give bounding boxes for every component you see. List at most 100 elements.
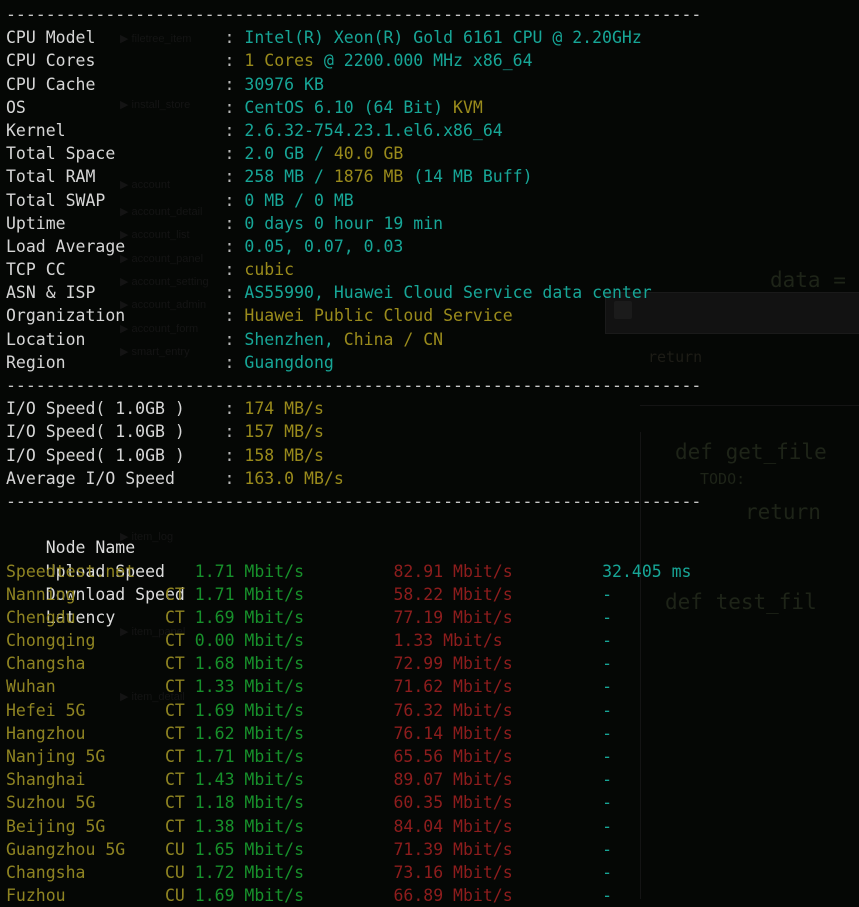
- info-value: 0.05, 0.07, 0.03: [244, 237, 403, 256]
- io-speed-row: I/O Speed( 1.0GB ) : 158 MB/s: [6, 444, 859, 467]
- info-colon: :: [225, 28, 245, 47]
- isp-label: CT: [165, 817, 195, 836]
- upload-speed: 1.68 Mbit/s: [195, 654, 394, 673]
- io-colon: :: [225, 399, 245, 418]
- isp-label: CU: [165, 863, 195, 882]
- latency-value: -: [602, 724, 612, 743]
- speedtest-row: Beijing 5G CT 1.38 Mbit/s 84.04 Mbit/s -: [6, 815, 859, 838]
- isp-label: CU: [165, 840, 195, 859]
- system-info-block: CPU Model : Intel(R) Xeon(R) Gold 6161 C…: [6, 26, 859, 374]
- info-value-highlight: China / CN: [344, 330, 443, 349]
- column-header-node-name: Node Name: [46, 538, 235, 557]
- system-info-row: CPU Model : Intel(R) Xeon(R) Gold 6161 C…: [6, 26, 859, 49]
- io-colon: :: [225, 446, 245, 465]
- info-colon: :: [225, 51, 245, 70]
- node-name: Nanjing 5G: [6, 747, 165, 766]
- download-speed: 58.22 Mbit/s: [393, 585, 602, 604]
- info-value: 258 MB /: [244, 167, 333, 186]
- info-label: ASN & ISP: [6, 283, 225, 302]
- speedtest-row: Changsha CU 1.72 Mbit/s 73.16 Mbit/s -: [6, 861, 859, 884]
- info-value: CentOS 6.10 (64 Bit): [244, 98, 453, 117]
- speedtest-row: Chengdu CT 1.69 Mbit/s 77.19 Mbit/s -: [6, 606, 859, 629]
- speedtest-row: Chongqing CT 0.00 Mbit/s 1.33 Mbit/s -: [6, 629, 859, 652]
- info-label: CPU Cache: [6, 75, 225, 94]
- node-name: Hangzhou: [6, 724, 165, 743]
- system-info-row: Organization : Huawei Public Cloud Servi…: [6, 304, 859, 327]
- download-speed: 65.56 Mbit/s: [393, 747, 602, 766]
- info-label: TCP CC: [6, 260, 225, 279]
- download-speed: 89.07 Mbit/s: [393, 770, 602, 789]
- node-name: Changsha: [6, 863, 165, 882]
- info-value: Shenzhen,: [244, 330, 343, 349]
- system-info-row: CPU Cache : 30976 KB: [6, 73, 859, 96]
- system-info-row: Region : Guangdong: [6, 351, 859, 374]
- info-value-highlight: 1876 MB: [334, 167, 404, 186]
- download-speed: 84.04 Mbit/s: [393, 817, 602, 836]
- system-info-row: Location : Shenzhen, China / CN: [6, 328, 859, 351]
- info-label: OS: [6, 98, 225, 117]
- system-info-row: ASN & ISP : AS55990, Huawei Cloud Servic…: [6, 281, 859, 304]
- upload-speed: 1.69 Mbit/s: [195, 608, 394, 627]
- io-label: I/O Speed( 1.0GB ): [6, 422, 225, 441]
- latency-value: -: [602, 747, 612, 766]
- system-info-row: Kernel : 2.6.32-754.23.1.el6.x86_64: [6, 119, 859, 142]
- download-speed: 82.91 Mbit/s: [393, 562, 602, 581]
- upload-speed: 1.65 Mbit/s: [195, 840, 394, 859]
- system-info-row: Total SWAP : 0 MB / 0 MB: [6, 189, 859, 212]
- speedtest-header-row: Node Name Upload Speed Download Speed La…: [6, 513, 859, 536]
- info-value: Intel(R) Xeon(R) Gold 6161 CPU @ 2.20GHz: [244, 28, 641, 47]
- isp-label: CT: [165, 747, 195, 766]
- info-value: 0 days 0 hour 19 min: [244, 214, 443, 233]
- io-label: Average I/O Speed: [6, 469, 225, 488]
- system-info-row: Total RAM : 258 MB / 1876 MB (14 MB Buff…: [6, 165, 859, 188]
- speedtest-row: Shanghai CT 1.43 Mbit/s 89.07 Mbit/s -: [6, 768, 859, 791]
- info-value: @ 2200.000 MHz x86_64: [314, 51, 533, 70]
- system-info-row: TCP CC : cubic: [6, 258, 859, 281]
- io-speed-block: I/O Speed( 1.0GB ) : 174 MB/s I/O Speed( …: [6, 397, 859, 490]
- info-label: Organization: [6, 306, 225, 325]
- info-value-highlight: cubic: [244, 260, 294, 279]
- speedtest-row: Nanjing 5G CT 1.71 Mbit/s 65.56 Mbit/s -: [6, 745, 859, 768]
- info-value-highlight: 1 Cores: [244, 51, 314, 70]
- speedtest-row: Suzhou 5G CT 1.18 Mbit/s 60.35 Mbit/s -: [6, 791, 859, 814]
- latency-value: -: [602, 608, 612, 627]
- info-value-highlight: Huawei Public Cloud Service: [244, 306, 512, 325]
- node-name: Hefei 5G: [6, 701, 165, 720]
- isp-label: CU: [165, 886, 195, 905]
- latency-value: -: [602, 677, 612, 696]
- node-name: Nanning: [6, 585, 165, 604]
- download-speed: 71.62 Mbit/s: [393, 677, 602, 696]
- io-speed-row: Average I/O Speed : 163.0 MB/s: [6, 467, 859, 490]
- info-colon: :: [225, 237, 245, 256]
- upload-speed: 1.43 Mbit/s: [195, 770, 394, 789]
- upload-speed: 1.71 Mbit/s: [195, 747, 394, 766]
- info-value: 2.6.32-754.23.1.el6.x86_64: [244, 121, 502, 140]
- download-speed: 76.14 Mbit/s: [393, 724, 602, 743]
- upload-speed: 1.62 Mbit/s: [195, 724, 394, 743]
- upload-speed: 1.38 Mbit/s: [195, 817, 394, 836]
- info-label: Total SWAP: [6, 191, 225, 210]
- download-speed: 60.35 Mbit/s: [393, 793, 602, 812]
- speedtest-row: Hangzhou CT 1.62 Mbit/s 76.14 Mbit/s -: [6, 722, 859, 745]
- info-colon: :: [225, 75, 245, 94]
- io-value: 158 MB/s: [244, 446, 323, 465]
- info-value: (14 MB Buff): [403, 167, 532, 186]
- latency-value: -: [602, 654, 612, 673]
- info-colon: :: [225, 260, 245, 279]
- latency-value: -: [602, 701, 612, 720]
- info-value: AS55990, Huawei Cloud Service data cente…: [244, 283, 651, 302]
- speedtest-rows: Speedtest.net 1.71 Mbit/s 82.91 Mbit/s 3…: [6, 560, 859, 907]
- io-value: 174 MB/s: [244, 399, 323, 418]
- info-colon: :: [225, 121, 245, 140]
- node-name: Guangzhou 5G: [6, 840, 165, 859]
- io-value: 163.0 MB/s: [244, 469, 343, 488]
- isp-label: CT: [165, 701, 195, 720]
- info-label: Kernel: [6, 121, 225, 140]
- io-speed-row: I/O Speed( 1.0GB ) : 157 MB/s: [6, 420, 859, 443]
- info-label: Total Space: [6, 144, 225, 163]
- terminal-output[interactable]: ----------------------------------------…: [0, 0, 859, 899]
- info-colon: :: [225, 191, 245, 210]
- speedtest-row: Guangzhou 5G CU 1.65 Mbit/s 71.39 Mbit/s…: [6, 838, 859, 861]
- latency-value: -: [602, 770, 612, 789]
- info-colon: :: [225, 283, 245, 302]
